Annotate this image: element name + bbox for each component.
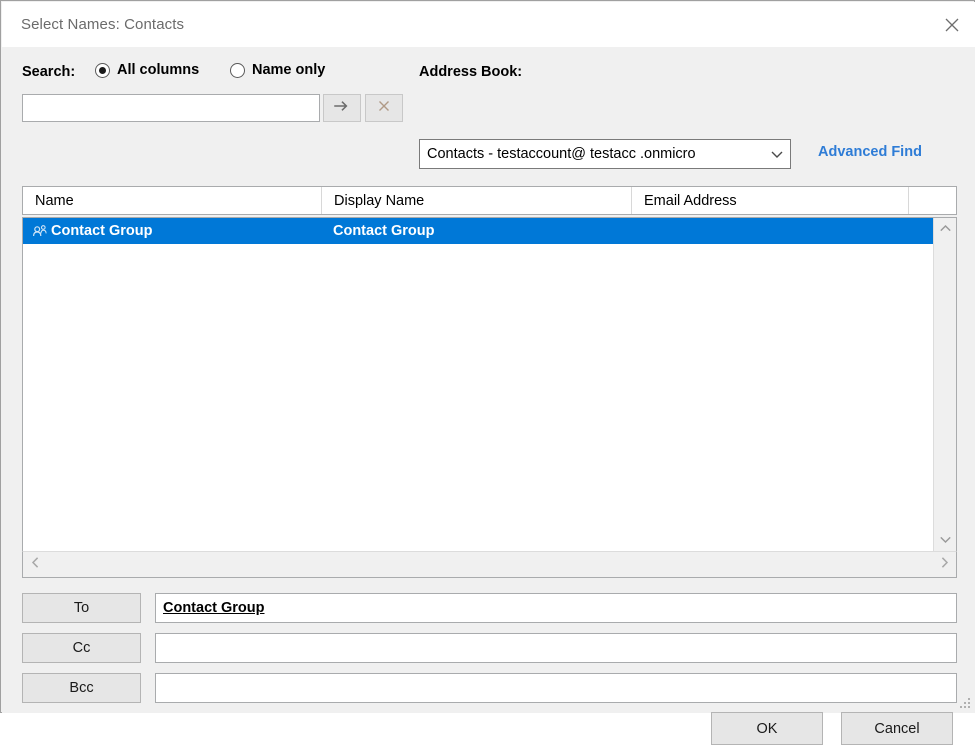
column-header-email-address[interactable]: Email Address [631,187,908,214]
contacts-list[interactable]: Contact Group Contact Group [22,217,957,551]
dialog-title: Select Names: Contacts [21,16,185,33]
chevron-left-icon [31,556,40,574]
cell-name: Contact Group [23,223,321,239]
cell-name-text: Contact Group [51,223,153,239]
scroll-down-button[interactable] [934,529,956,551]
ok-button[interactable]: OK [711,712,823,745]
close-icon [376,98,392,119]
radio-all-columns[interactable]: All columns [95,62,199,78]
bcc-field[interactable] [155,673,957,703]
radio-name-only[interactable]: Name only [230,62,325,78]
to-field-value: Contact Group [163,600,265,616]
title-bar: Select Names: Contacts [2,2,975,47]
vertical-scrollbar[interactable] [933,218,956,551]
scroll-left-button[interactable] [23,552,47,577]
search-go-button[interactable] [323,94,361,122]
radio-label-name-only: Name only [252,62,326,78]
search-label: Search: [22,64,76,80]
bcc-button[interactable]: Bcc [22,673,141,703]
table-row[interactable]: Contact Group Contact Group [23,218,933,244]
resize-grip-icon[interactable] [958,696,972,710]
search-input[interactable] [22,94,320,122]
cell-display-name: Contact Group [333,223,435,239]
scroll-up-button[interactable] [934,218,956,240]
advanced-find-link[interactable]: Advanced Find [818,144,922,160]
close-icon [942,15,962,35]
column-header-extra[interactable] [908,187,954,214]
radio-label-all-columns: All columns [117,62,200,78]
cc-field[interactable] [155,633,957,663]
dialog-body: Search: All columns Name only Address Bo… [2,47,975,745]
chevron-up-icon [939,220,952,238]
address-book-selected-value: Contacts - testaccount@ testacc .onmicro [427,146,696,162]
chevron-down-icon [939,531,952,549]
horizontal-scrollbar[interactable] [22,551,957,578]
radio-indicator-all-columns [95,62,110,78]
to-field[interactable]: Contact Group [155,593,957,623]
address-book-select[interactable]: Contacts - testaccount@ testacc .onmicro [419,139,791,169]
search-clear-button[interactable] [365,94,403,122]
cancel-button[interactable]: Cancel [841,712,953,745]
to-button[interactable]: To [22,593,141,623]
column-header-name[interactable]: Name [23,187,321,214]
arrow-right-icon [333,99,351,118]
contacts-list-rows: Contact Group Contact Group [23,218,933,551]
cc-button[interactable]: Cc [22,633,141,663]
chevron-right-icon [940,556,949,574]
close-button[interactable] [929,2,975,47]
address-book-label: Address Book: [419,64,523,80]
contact-group-icon [31,224,49,238]
select-names-dialog: Select Names: Contacts Search: All colum… [0,0,975,745]
scroll-right-button[interactable] [932,552,956,577]
list-column-headers: Name Display Name Email Address [22,186,957,215]
radio-indicator-name-only [230,62,245,78]
chevron-down-icon [764,149,790,159]
column-header-display-name[interactable]: Display Name [321,187,631,214]
